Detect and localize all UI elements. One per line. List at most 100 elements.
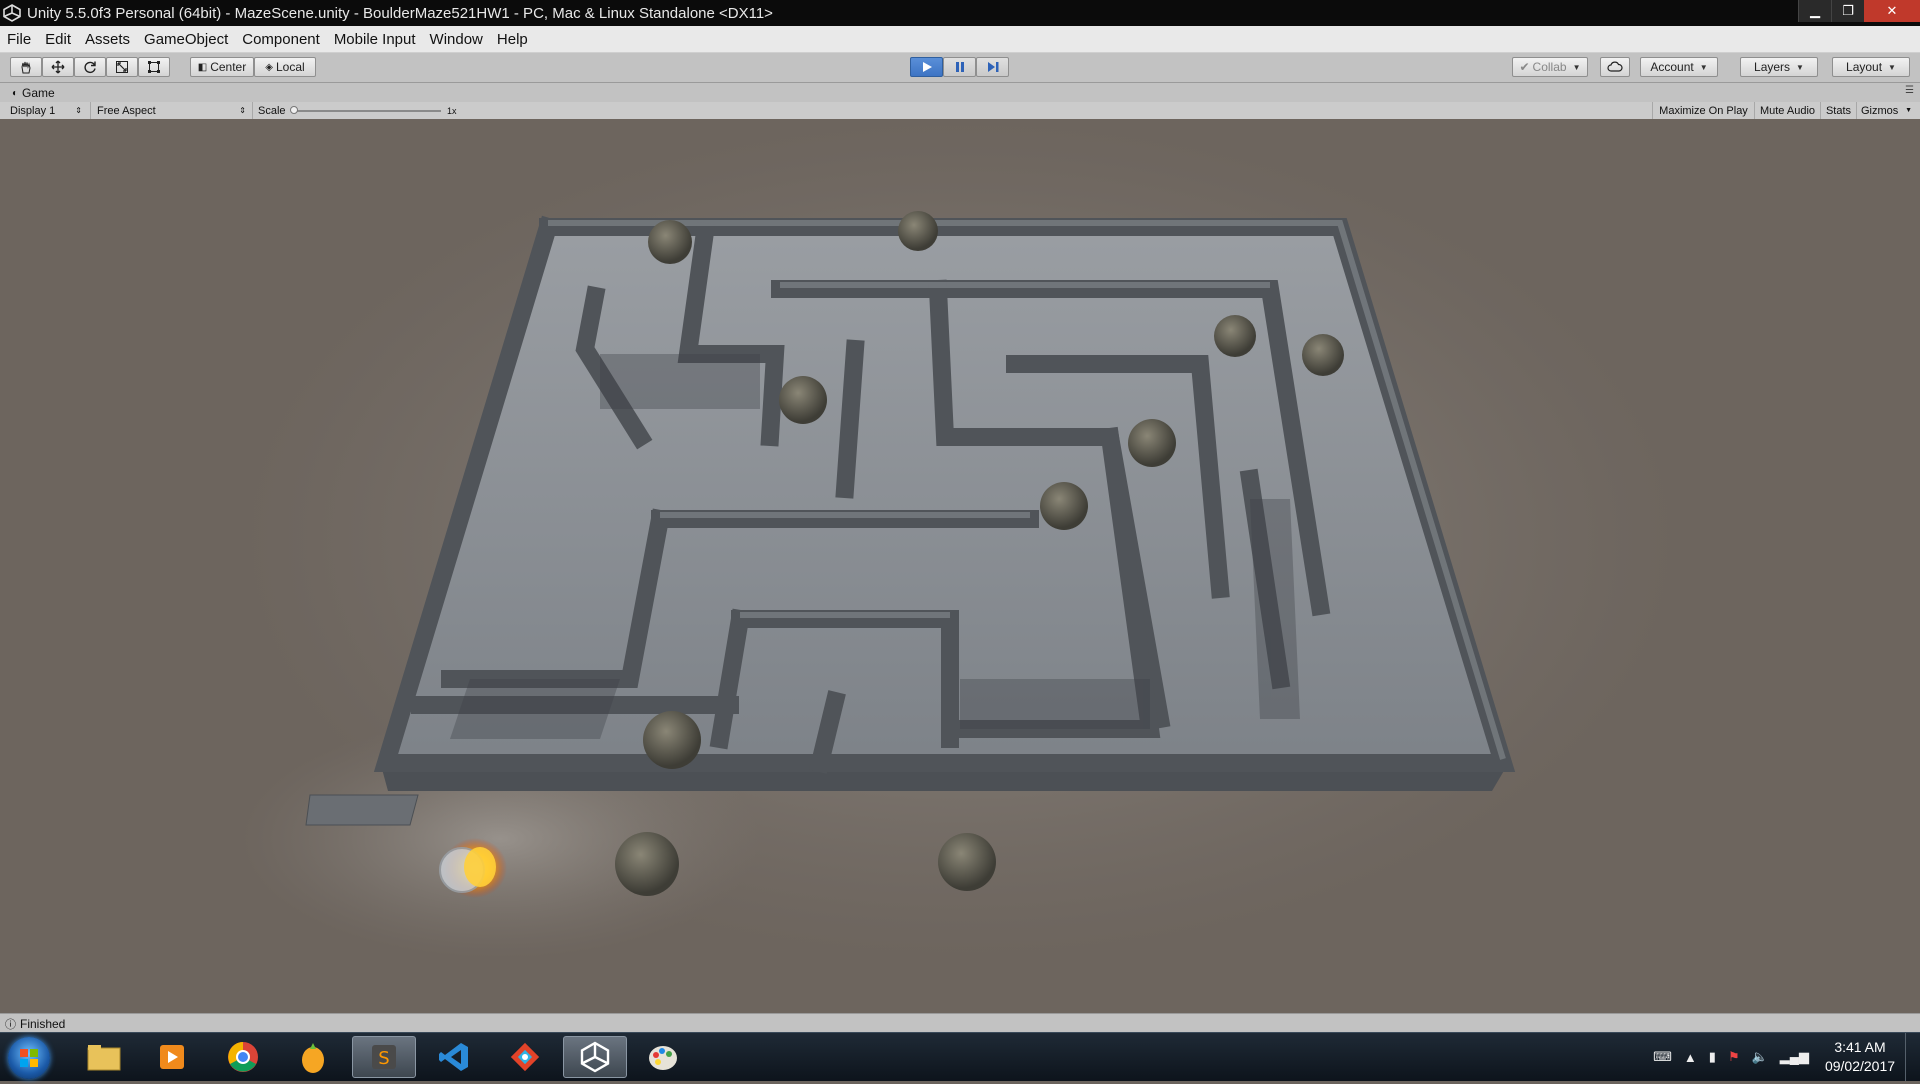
account-label: Account xyxy=(1650,60,1694,74)
sublime-text-icon: S xyxy=(372,1045,396,1069)
maze-entry-ledge xyxy=(305,794,419,826)
window-title: Unity 5.5.0f3 Personal (64bit) - MazeSce… xyxy=(27,4,773,22)
chevron-updown-icon: ⇕ xyxy=(75,106,82,115)
signal-icon[interactable]: ▂▄▆ xyxy=(1780,1049,1809,1065)
system-clock[interactable]: 3:41 AM 09/02/2017 xyxy=(1815,1038,1905,1076)
taskbar-file-explorer[interactable] xyxy=(72,1036,136,1078)
move-tool-button[interactable] xyxy=(42,57,74,77)
mute-audio-toggle[interactable]: Mute Audio xyxy=(1754,102,1820,119)
play-button[interactable] xyxy=(910,57,943,77)
aspect-label: Free Aspect xyxy=(97,104,156,117)
cloud-button[interactable] xyxy=(1600,57,1630,77)
maximize-on-play-toggle[interactable]: Maximize On Play xyxy=(1652,102,1754,119)
close-button[interactable]: ✕ xyxy=(1864,0,1920,22)
tab-menu-icon[interactable]: ☰ xyxy=(1905,85,1914,96)
volume-icon[interactable]: 🔈 xyxy=(1752,1049,1768,1065)
hand-tool-button[interactable] xyxy=(10,57,42,77)
account-dropdown[interactable]: Account ▼ xyxy=(1640,57,1718,77)
move-tool-icon xyxy=(51,60,65,74)
cloud-icon xyxy=(1607,61,1623,72)
menu-edit[interactable]: Edit xyxy=(38,31,78,48)
pivot-local-button[interactable]: ◈ Local xyxy=(254,57,316,77)
taskbar-unity[interactable] xyxy=(563,1036,627,1078)
collab-label: Collab xyxy=(1532,60,1567,74)
unity-logo-icon xyxy=(3,4,21,22)
hand-tool-icon xyxy=(21,61,31,74)
play-icon xyxy=(922,62,932,72)
menu-component[interactable]: Component xyxy=(235,31,327,48)
tab-game[interactable]: ◐ Game xyxy=(4,84,63,102)
status-bar: ⓘ Finished xyxy=(0,1013,1920,1033)
pivot-center-button[interactable]: ◧ Center xyxy=(190,57,254,77)
layout-dropdown[interactable]: Layout ▼ xyxy=(1832,57,1910,77)
pivot-icon: ◧ xyxy=(197,61,208,73)
stats-label: Stats xyxy=(1825,104,1852,117)
taskbar-chrome[interactable] xyxy=(211,1036,275,1078)
menu-file[interactable]: File xyxy=(0,31,38,48)
step-icon xyxy=(987,62,998,72)
device-icon[interactable]: ▮ xyxy=(1709,1049,1716,1065)
menu-help[interactable]: Help xyxy=(490,31,535,48)
fl-studio-icon xyxy=(302,1043,324,1073)
chevron-down-icon: ▼ xyxy=(1796,62,1804,72)
chevron-down-icon: ▼ xyxy=(1699,62,1708,72)
gizmos-label: Gizmos xyxy=(1861,104,1899,117)
chevron-down-icon: ▼ xyxy=(1888,62,1896,72)
taskbar-media-player[interactable] xyxy=(140,1036,204,1078)
scale-slider-thumb[interactable] xyxy=(290,106,298,114)
rotate-tool-button[interactable] xyxy=(74,57,106,77)
toolbar: ◧ Center ◈ Local ✔ Collab ▼ Account ▼ La… xyxy=(0,53,1920,83)
chevron-down-icon: ▼ xyxy=(1905,107,1912,114)
paint-icon xyxy=(649,1046,677,1070)
git-icon xyxy=(510,1042,540,1072)
display-label: Display 1 xyxy=(10,104,56,117)
menu-gameobject[interactable]: GameObject xyxy=(137,31,235,48)
keyboard-icon[interactable]: ⌨ xyxy=(1653,1049,1672,1065)
menu-window[interactable]: Window xyxy=(423,31,490,48)
menu-mobile-input[interactable]: Mobile Input xyxy=(327,31,423,48)
collab-dropdown[interactable]: ✔ Collab ▼ xyxy=(1512,57,1588,77)
chevron-down-icon: ▼ xyxy=(1572,62,1581,72)
game-tab-row: ◐ Game ☰ xyxy=(0,83,1920,102)
windows-logo-icon xyxy=(20,1049,38,1067)
taskbar-git[interactable] xyxy=(493,1036,557,1078)
start-button[interactable] xyxy=(8,1037,50,1079)
maze-scene xyxy=(240,119,1680,959)
taskbar-sublime-text[interactable]: S xyxy=(352,1036,416,1078)
game-viewport[interactable] xyxy=(0,119,1920,1013)
clock-date: 09/02/2017 xyxy=(1824,1058,1896,1074)
rect-tool-button[interactable] xyxy=(138,57,170,77)
taskbar-paint[interactable] xyxy=(631,1036,695,1078)
show-desktop-button[interactable] xyxy=(1905,1033,1920,1081)
clock-time: 3:41 AM xyxy=(1834,1039,1886,1055)
menu-assets[interactable]: Assets xyxy=(78,31,137,48)
taskbar: S ⌨ ▲ ▮ ⚑ 🔈 ▂▄▆ 3:41 AM 09/02/2017 xyxy=(0,1032,1920,1081)
scale-control: Scale 1x xyxy=(252,102,462,119)
chevron-updown-icon: ⇕ xyxy=(239,106,246,115)
scale-slider-track[interactable] xyxy=(293,110,441,112)
display-dropdown[interactable]: Display 1 ⇕ xyxy=(4,102,86,119)
file-explorer-icon xyxy=(87,1045,121,1071)
chrome-icon xyxy=(228,1042,258,1072)
pause-button[interactable] xyxy=(943,57,976,77)
rect-tool-icon xyxy=(148,61,160,73)
minimize-button[interactable]: ▁ xyxy=(1798,0,1831,22)
taskbar-visual-studio-code[interactable] xyxy=(422,1036,486,1078)
scale-label: Scale xyxy=(258,104,286,117)
title-bar: Unity 5.5.0f3 Personal (64bit) - MazeSce… xyxy=(0,0,1920,26)
stats-toggle[interactable]: Stats xyxy=(1820,102,1856,119)
gizmos-dropdown[interactable]: Gizmos ▼ xyxy=(1856,102,1916,119)
step-button[interactable] xyxy=(976,57,1009,77)
taskbar-fl-studio[interactable] xyxy=(281,1036,345,1078)
aspect-dropdown[interactable]: Free Aspect ⇕ xyxy=(90,102,250,119)
maximize-button[interactable]: ❐ xyxy=(1831,0,1864,22)
network-error-icon[interactable]: ⚑ xyxy=(1728,1049,1740,1065)
layers-dropdown[interactable]: Layers ▼ xyxy=(1740,57,1818,77)
game-controller-icon: ◐ xyxy=(12,87,19,99)
system-tray: ⌨ ▲ ▮ ⚑ 🔈 ▂▄▆ 3:41 AM 09/02/2017 xyxy=(1647,1033,1920,1081)
show-hidden-icons-icon[interactable]: ▲ xyxy=(1684,1050,1697,1065)
media-player-icon xyxy=(160,1045,184,1069)
rotate-tool-icon xyxy=(84,61,96,74)
scale-tool-button[interactable] xyxy=(106,57,138,77)
pause-icon xyxy=(955,62,964,72)
